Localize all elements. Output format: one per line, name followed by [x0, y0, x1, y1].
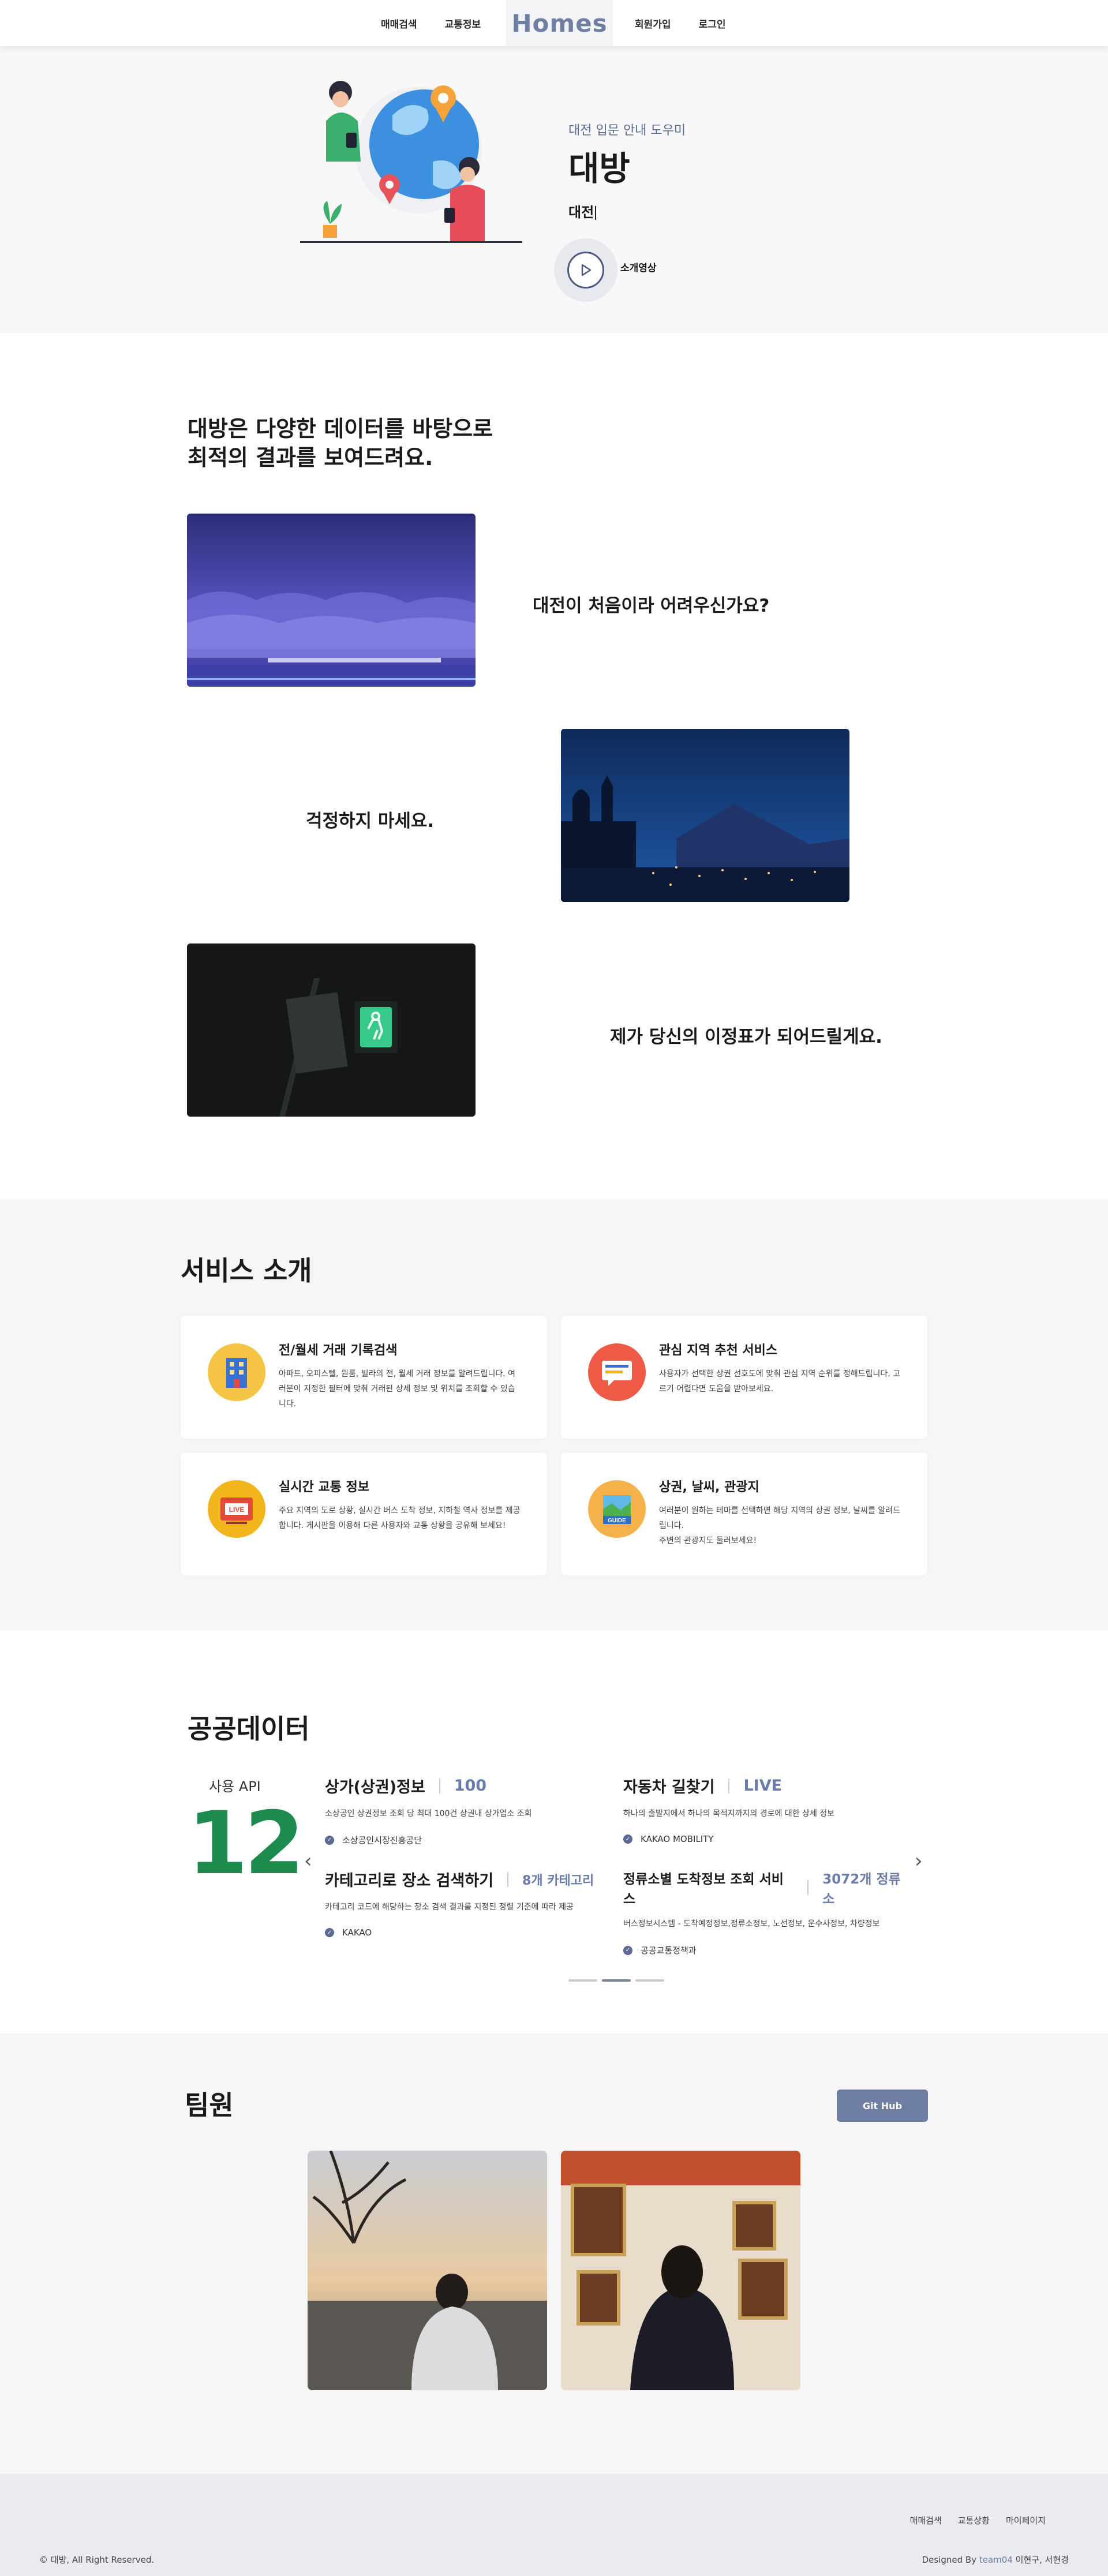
live-tv-icon: LIVE	[208, 1480, 265, 1538]
crosswalk-signal-image	[187, 943, 476, 1117]
api-item-source: KAKAO	[342, 1927, 372, 1938]
api-item-title: 상가(상권)정보	[325, 1779, 425, 1796]
night-sky-train-image	[187, 514, 476, 687]
api-item-desc: 버스정보시스템 - 도착예정정보,정류소정보, 노선정보, 운수사정보, 차량정…	[623, 1919, 880, 1929]
nav-left: 매매검색 교통정보	[381, 0, 481, 46]
check-icon: ✓	[623, 1945, 632, 1955]
carousel-dot[interactable]	[568, 1979, 597, 1982]
nav-login[interactable]: 로그인	[699, 16, 726, 31]
play-button-wrap	[554, 238, 617, 302]
service-card-title: 상권, 날씨, 관광지	[659, 1480, 759, 1495]
building-icon	[208, 1343, 265, 1401]
api-item-desc: 하나의 출발지에서 하나의 목적지까지의 경로에 대한 상세 정보	[623, 1809, 835, 1818]
nav-traffic-info[interactable]: 교통정보	[445, 16, 481, 31]
team-name: team04	[979, 2555, 1013, 2565]
carousel-dot-active[interactable]	[602, 1979, 631, 1982]
api-item-source: 공공교통정책과	[641, 1945, 697, 1956]
footer-links: 매매검색 교통상황 마이페이지	[910, 2514, 1046, 2526]
nav-signup[interactable]: 회원가입	[635, 16, 671, 31]
nav-trade-search[interactable]: 매매검색	[381, 16, 417, 31]
footer-link-traffic[interactable]: 교통상황	[958, 2514, 990, 2526]
service-card-title: 실시간 교통 정보	[279, 1480, 369, 1495]
carousel-prev-icon[interactable]: ‹	[304, 1849, 312, 1873]
hero-section	[0, 46, 1108, 333]
hero-typed-text: 대전	[568, 201, 596, 221]
logo-text: Homes	[511, 9, 608, 38]
api-item-num: 3072개 정류소	[822, 1872, 901, 1907]
service-heading: 서비스 소개	[181, 1255, 312, 1286]
designed-prefix: Designed By	[922, 2555, 979, 2565]
intro-text-2: 걱정하지 마세요.	[306, 811, 435, 832]
nav-right: 회원가입 로그인	[635, 0, 725, 46]
service-card-commerce-weather[interactable]: GUIDE 상권, 날씨, 관광지 여러분이 원하는 테마를 선택하면 해당 지…	[561, 1452, 927, 1575]
api-item-source: 소상공인시장진흥공단	[342, 1835, 422, 1845]
api-item-desc: 소상공인 상권정보 조회 당 최대 100건 상권내 상가업소 조회	[325, 1809, 532, 1818]
intro-heading-line2: 최적의 결과를 보여드려요.	[188, 445, 433, 470]
svg-text:LIVE: LIVE	[229, 1506, 245, 1514]
check-icon: ✓	[623, 1834, 632, 1844]
team-heading: 팀원	[185, 2090, 234, 2121]
hero-subtitle: 대전 입문 안내 도우미	[568, 123, 686, 138]
service-card-desc: 여러분이 원하는 테마를 선택하면 해당 지역의 상권 정보, 날씨를 알려드립…	[659, 1506, 901, 1545]
svg-text:GUIDE: GUIDE	[608, 1518, 626, 1524]
copyright: © 대방, All Right Reserved.	[39, 2555, 155, 2565]
check-icon: ✓	[325, 1835, 334, 1845]
api-item-title: 카테고리로 장소 검색하기	[325, 1872, 494, 1890]
intro-heading-line1: 대방은 다양한 데이터를 바탕으로	[188, 416, 493, 441]
api-item-title: 정류소별 도착정보 조회 서비스	[623, 1872, 784, 1907]
public-data-heading: 공공데이터	[188, 1713, 310, 1744]
play-icon	[581, 264, 592, 276]
api-count-number: 12	[188, 1794, 305, 1894]
carousel-dot[interactable]	[635, 1979, 664, 1982]
guide-map-icon: GUIDE	[588, 1480, 646, 1538]
footer-link-trade[interactable]: 매매검색	[910, 2514, 942, 2526]
service-card-desc: 주요 지역의 도로 상황, 실시간 버스 도착 정보, 지하철 역사 정보를 제…	[279, 1506, 521, 1530]
night-city-image	[561, 729, 849, 902]
check-icon: ✓	[325, 1928, 334, 1937]
logo[interactable]: Homes	[506, 0, 613, 46]
api-item-category-search: 카테고리로 장소 검색하기 8개 카테고리 카테고리 코드에 해당하는 장소 검색…	[325, 1868, 596, 1938]
api-item-source: KAKAO MOBILITY	[641, 1834, 714, 1844]
carousel-next-icon[interactable]: ›	[915, 1849, 923, 1873]
api-count-label: 사용 API	[209, 1779, 261, 1795]
api-item-desc: 카테고리 코드에 해당하는 장소 검색 결과를 지정된 정렬 기준에 따라 제공	[325, 1903, 574, 1912]
api-item-num: 8개 카테고리	[522, 1873, 594, 1888]
api-item-num: 100	[454, 1777, 487, 1795]
service-card-recommend[interactable]: 관심 지역 추천 서비스 사용자가 선택한 상권 선호도에 맞춰 관심 지역 순…	[561, 1316, 927, 1439]
intro-text-3: 제가 당신의 이정표가 되어드릴게요.	[610, 1027, 882, 1047]
api-item-car-route: 자동차 길찾기 LIVE 하나의 출발지에서 하나의 목적지까지의 경로에 대한 …	[623, 1774, 894, 1844]
hero-title: 대방	[568, 149, 630, 188]
github-button[interactable]: Git Hub	[837, 2090, 928, 2122]
hero-illustration	[300, 81, 522, 243]
team-section	[0, 2034, 1108, 2474]
api-item-num: LIVE	[743, 1777, 783, 1795]
service-card-desc: 사용자가 선택한 상권 선호도에 맞춰 관심 지역 순위를 정해드립니다. 고르…	[659, 1369, 901, 1394]
play-button[interactable]	[567, 252, 604, 289]
team-members: 이현구, 서현경	[1012, 2555, 1069, 2565]
service-card-trade-search[interactable]: 전/월세 거래 기록검색 아파트, 오피스텔, 원룸, 빌라의 전, 월세 거래…	[181, 1316, 547, 1439]
service-card-title: 관심 지역 추천 서비스	[659, 1343, 778, 1358]
intro-text-1: 대전이 처음이라 어려우신가요?	[533, 596, 770, 616]
api-item-bus-arrival: 정류소별 도착정보 조회 서비스 3072개 정류소 버스정보시스템 - 도착예정…	[623, 1868, 912, 1956]
footer-link-mypage[interactable]: 마이페이지	[1006, 2514, 1046, 2526]
service-card-title: 전/월세 거래 기록검색	[279, 1343, 398, 1358]
service-card-desc: 아파트, 오피스텔, 원룸, 빌라의 전, 월세 거래 정보를 알려드립니다. …	[279, 1369, 516, 1409]
service-card-traffic[interactable]: LIVE 실시간 교통 정보 주요 지역의 도로 상황, 실시간 버스 도착 정…	[181, 1452, 547, 1575]
play-label: 소개영상	[620, 263, 657, 274]
chat-bubble-icon	[588, 1343, 646, 1401]
team-member-photo	[308, 2151, 547, 2390]
team-member-photo	[561, 2151, 800, 2390]
intro-heading: 대방은 다양한 데이터를 바탕으로 최적의 결과를 보여드려요.	[188, 414, 493, 472]
carousel-pagination	[568, 1979, 664, 1982]
service-section	[0, 1199, 1108, 1631]
site-header: 매매검색 교통정보 Homes 회원가입 로그인	[0, 0, 1108, 46]
api-item-title: 자동차 길찾기	[623, 1779, 715, 1796]
api-item-commerce: 상가(상권)정보 100 소상공인 상권정보 조회 당 최대 100건 상권내 상…	[325, 1774, 596, 1846]
designed-by: Designed By team04 이현구, 서현경	[922, 2553, 1069, 2566]
